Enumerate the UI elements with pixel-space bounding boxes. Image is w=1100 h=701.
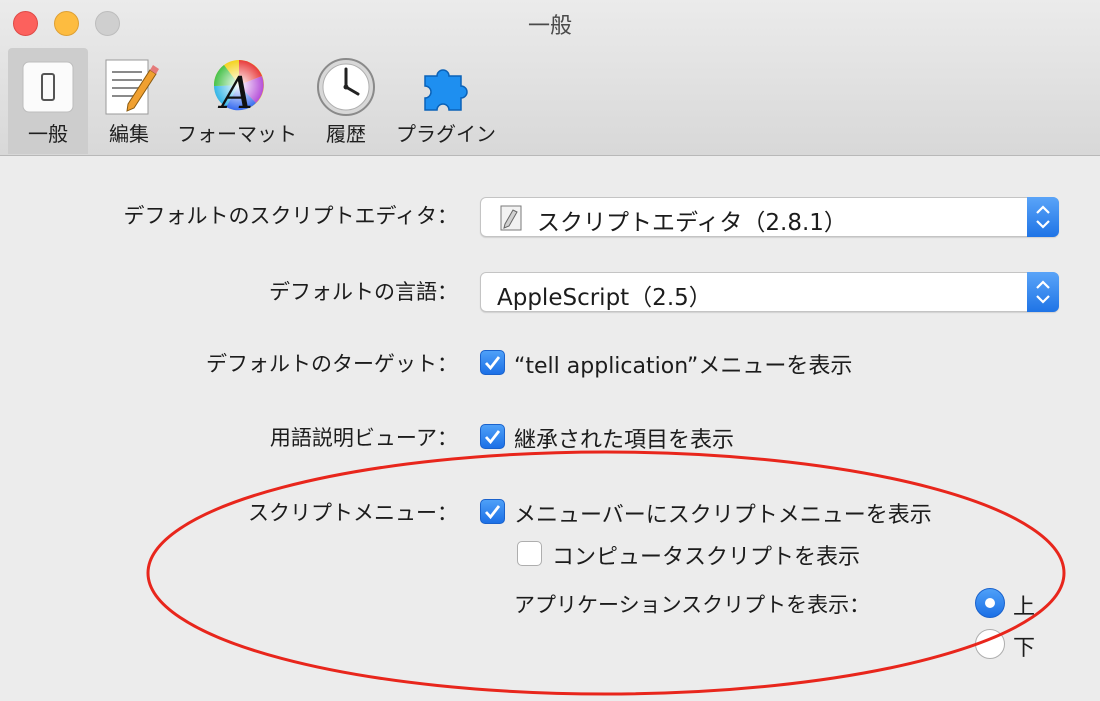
script-menu-label: スクリプトメニュー： [248, 501, 458, 525]
default-target-label: デフォルトのターゲット： [206, 352, 458, 376]
svg-text:A: A [217, 68, 253, 118]
toolbar-item-format[interactable]: A フォーマット [174, 48, 300, 154]
window-title: 一般 [527, 14, 572, 39]
show-computer-scripts-label: コンピュータスクリプトを表示 [552, 545, 861, 570]
app-scripts-top-radio[interactable] [975, 588, 1005, 618]
show-computer-scripts-checkbox[interactable] [517, 541, 542, 566]
toolbar-item-label: 一般 [28, 122, 68, 146]
popup-stepper [1027, 197, 1059, 237]
checkmark-icon [484, 430, 501, 445]
toolbar-item-history[interactable]: 履歴 [310, 48, 382, 154]
clock-icon [317, 58, 375, 116]
app-scripts-top-label: 上 [1013, 595, 1036, 620]
default-editor-value: スクリプトエディタ（2.8.1） [537, 210, 847, 236]
default-language-value: AppleScript（2.5） [497, 285, 712, 311]
toolbar-item-edit[interactable]: 編集 [92, 48, 166, 154]
general-switch-icon [22, 61, 74, 113]
toolbar-item-label: 編集 [109, 122, 149, 146]
default-editor-label: デフォルトのスクリプトエディタ： [123, 204, 458, 228]
script-editor-icon [500, 205, 522, 231]
dictionary-viewer-label: 用語説明ビューア： [269, 426, 458, 450]
default-language-label: デフォルトの言語： [269, 280, 458, 304]
toolbar-item-label: フォーマット [177, 122, 297, 146]
font-color-wheel-icon: A [213, 60, 264, 118]
notepad-pencil-icon [105, 59, 159, 115]
app-scripts-bottom-radio[interactable] [975, 629, 1005, 659]
toolbar-item-general[interactable]: 一般 [8, 48, 88, 154]
default-language-popup[interactable]: AppleScript（2.5） [480, 272, 1059, 312]
tell-application-checkbox-label: “tell application”メニューを表示 [514, 354, 853, 379]
toolbar-item-label: プラグイン [396, 122, 496, 146]
app-scripts-bottom-label: 下 [1013, 636, 1036, 661]
show-script-menu-checkbox[interactable] [480, 499, 505, 524]
show-script-menu-label: メニューバーにスクリプトメニューを表示 [514, 503, 932, 528]
show-inherited-items-label: 継承された項目を表示 [514, 428, 735, 453]
app-scripts-position-label: アプリケーションスクリプトを表示： [514, 593, 871, 617]
toolbar-item-plugins[interactable]: プラグイン [390, 48, 502, 154]
puzzle-piece-icon [424, 69, 468, 111]
popup-stepper [1027, 272, 1059, 312]
default-editor-popup[interactable]: スクリプトエディタ（2.8.1） [480, 197, 1059, 237]
toolbar-item-label: 履歴 [326, 122, 366, 146]
show-inherited-items-checkbox[interactable] [480, 424, 505, 449]
window-titlebar: 一般 一般 編集 A フォーマット 履歴 プラグイン [0, 0, 1100, 156]
tell-application-checkbox[interactable] [480, 350, 505, 375]
chevron-up-down-icon [1036, 280, 1050, 304]
chevron-up-down-icon [1036, 205, 1050, 229]
checkmark-icon [484, 356, 501, 371]
checkmark-icon [484, 505, 501, 520]
